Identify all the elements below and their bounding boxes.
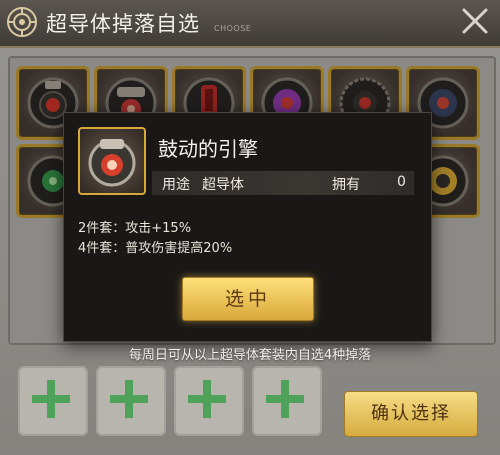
plus-icon: [266, 380, 304, 418]
empty-pick-slot-1[interactable]: [18, 366, 88, 436]
window-title: 超导体掉落自选: [46, 12, 200, 36]
plus-icon: [110, 380, 148, 418]
empty-pick-slot-4[interactable]: [252, 366, 322, 436]
choose-superconductor-window: 超导体掉落自选 CHOOSE 鼓动的引擎 用途 超导体 拥有 0 2件套：攻击+…: [0, 0, 500, 455]
use-value: 超导体: [202, 177, 244, 193]
set-bonus-4: 4件套：普攻伤害提高20%: [78, 241, 233, 256]
confirm-selection-button[interactable]: 确认选择: [344, 391, 478, 437]
own-label: 拥有: [332, 177, 360, 193]
weekly-hint-text: 每周日可从以上超导体套装内自选4种掉落: [128, 348, 372, 363]
item-name: 鼓动的引擎: [158, 137, 258, 161]
selected-item-icon-frame: [78, 127, 146, 195]
superconductor-core-icon: [88, 139, 136, 187]
title-bar: 超导体掉落自选 CHOOSE: [0, 0, 500, 48]
set-bonus-2: 2件套：攻击+15%: [78, 221, 192, 236]
gear-emblem-icon: [7, 7, 37, 37]
select-button[interactable]: 选中: [182, 277, 314, 321]
item-info-bar: 用途 超导体 拥有 0: [152, 171, 414, 195]
plus-icon: [188, 380, 226, 418]
use-label: 用途: [162, 177, 190, 193]
item-detail-popup: 鼓动的引擎 用途 超导体 拥有 0 2件套：攻击+15% 4件套：普攻伤害提高2…: [63, 112, 432, 342]
window-subtitle: CHOOSE: [214, 24, 252, 33]
empty-pick-slot-2[interactable]: [96, 366, 166, 436]
plus-icon: [32, 380, 70, 418]
empty-pick-slot-3[interactable]: [174, 366, 244, 436]
own-count: 0: [397, 174, 406, 190]
close-icon[interactable]: [460, 6, 490, 36]
